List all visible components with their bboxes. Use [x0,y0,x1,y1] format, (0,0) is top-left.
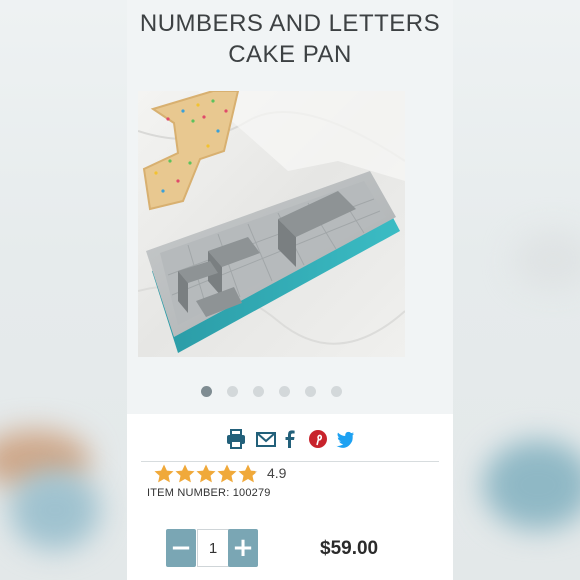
facebook-icon[interactable] [279,428,301,450]
star-icon [175,464,195,483]
carousel-dot-1[interactable] [201,386,212,397]
share-toolbar [127,428,453,450]
pinterest-icon[interactable] [307,428,329,450]
carousel-dot-5[interactable] [305,386,316,397]
star-icon [196,464,216,483]
image-carousel-dots [127,386,453,400]
purchase-panel: 4.9 ITEM NUMBER: 100279 − + $59.00 [127,414,453,580]
carousel-dot-6[interactable] [331,386,342,397]
carousel-dot-4[interactable] [279,386,290,397]
carousel-dot-2[interactable] [227,386,238,397]
divider [141,461,439,462]
twitter-icon[interactable] [334,428,356,450]
blur-blob [483,440,580,530]
blur-blob [10,470,100,550]
product-image[interactable] [138,91,405,357]
rating-value: 4.9 [267,465,287,481]
star-icon [238,464,258,483]
blur-blob [513,230,580,290]
quantity-input[interactable] [197,529,229,567]
left-background [0,0,127,580]
email-icon[interactable] [255,428,277,450]
star-icon [154,464,174,483]
quantity-stepper: − + [166,529,260,569]
price: $59.00 [320,538,379,559]
print-icon[interactable] [225,428,247,450]
item-number: ITEM NUMBER: 100279 [147,487,271,499]
carousel-dot-3[interactable] [253,386,264,397]
cake-pan-illustration [138,91,405,357]
right-background [453,0,580,580]
page-title: NUMBERS AND LETTERS CAKE PAN [127,8,453,70]
title-line-1: NUMBERS AND LETTERS [139,10,441,37]
increase-quantity-button[interactable]: + [228,529,258,567]
title-line-2: CAKE PAN [228,41,352,68]
product-page: NUMBERS AND LETTERS CAKE PAN 4.9 ITEM NU… [127,0,453,580]
decrease-quantity-button[interactable]: − [166,529,196,567]
star-icon [217,464,237,483]
